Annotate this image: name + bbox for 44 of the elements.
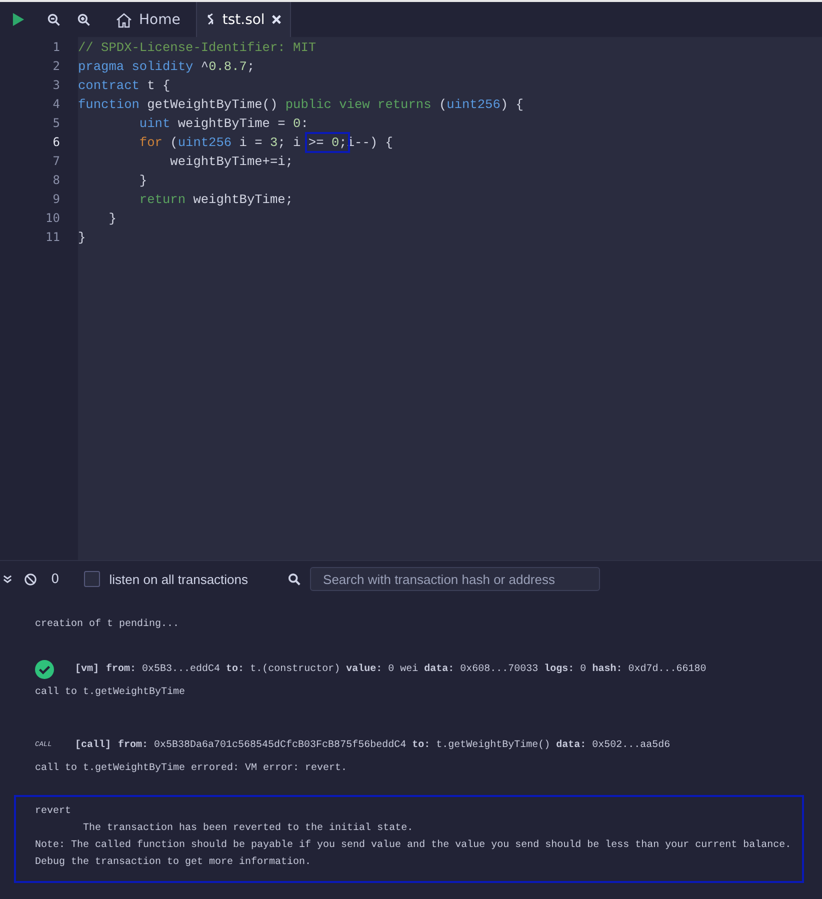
error-details: revert The transaction has been reverted to the initial state. Note: The called function should be payable if you send value and the value you send should be less than your current balance. Debug the transaction to get more information.: [14, 795, 804, 883]
log-message: creation of t pending...: [34, 618, 180, 632]
code-line: return weightByTime;: [138, 191, 294, 209]
line-number: 3: [52, 77, 60, 94]
code-line: function getWeightByTime() public view returns (uint256) {: [78, 96, 524, 114]
line-number: 7: [52, 153, 60, 170]
checkbox-label: listen on all transactions: [109, 572, 248, 586]
code-line: weightByTime+=i;: [169, 153, 294, 171]
line-number: 8: [52, 172, 60, 189]
home-icon: [115, 12, 133, 28]
line-number: 5: [52, 115, 60, 132]
line-number: 9: [52, 191, 60, 208]
line-number: 4: [52, 96, 60, 113]
transaction-tag: [vm]: [75, 664, 100, 674]
pending-count: 0: [51, 572, 60, 586]
line-number: 6: [52, 134, 60, 151]
search-icon: [288, 572, 302, 586]
transaction-details: from: 0x5B38Da6a701c568545dCfcB03FcB875f56beddC4 to: t.getWeightByTime() data: 0x502...aa5d6: [118, 740, 670, 750]
search-field[interactable]: Search with transaction hash or address: [310, 567, 600, 591]
collapse-icon[interactable]: [3, 574, 12, 584]
code-line: }: [138, 172, 148, 190]
line-number: 1: [52, 39, 60, 56]
transaction-details: from: 0x5B3...eddC4 to: t.(constructor) value: 0 wei data: 0x608...70033 logs: 0 hash: 0xd7d...66180: [106, 664, 706, 674]
code-line: contract t {: [78, 77, 172, 95]
code-line: }: [78, 229, 87, 247]
line-number: 10: [44, 210, 60, 227]
clear-icon[interactable]: [24, 572, 37, 586]
transaction-tag: [call]: [75, 740, 112, 750]
code-line: }: [108, 210, 118, 228]
checkbox[interactable]: [84, 571, 100, 587]
log-message: call to t.getWeightByTime errored: VM error: revert.: [34, 762, 348, 776]
success-check-icon: [35, 660, 54, 678]
code-line: pragma solidity ^0.8.7;: [78, 58, 256, 76]
code-line: uint weightByTime = 0:: [138, 115, 310, 133]
zoom-in-icon[interactable]: [77, 12, 91, 26]
run-icon[interactable]: [12, 12, 25, 27]
zoom-out-icon[interactable]: [47, 12, 61, 26]
editor-tab[interactable]: Home: [107, 2, 188, 37]
editor-tab[interactable]: tst.sol: [196, 2, 291, 37]
log-message: call to t.getWeightByTime: [34, 686, 186, 700]
line-number: 11: [44, 229, 60, 246]
line-number: 2: [52, 58, 60, 75]
close-icon[interactable]: [270, 13, 282, 26]
code-line: // SPDX-License-Identifier: MIT: [78, 39, 318, 57]
